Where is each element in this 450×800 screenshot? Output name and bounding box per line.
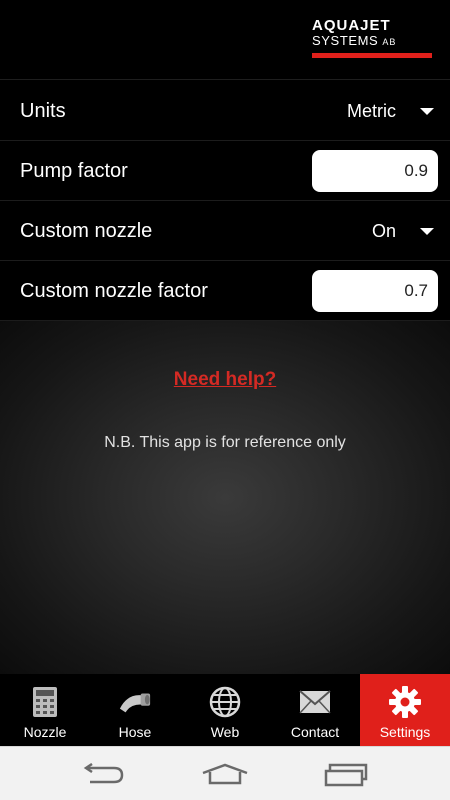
tab-nozzle-label: Nozzle — [23, 724, 67, 740]
bottom-tab-bar: Nozzle Hose Web Contact Settings — [0, 674, 450, 746]
logo-line-1: AQUAJET — [312, 17, 391, 34]
aquajet-logo: AQUAJET SYSTEMS AB — [312, 18, 432, 58]
tab-contact[interactable]: Contact — [270, 674, 360, 746]
dropdown-caret-icon — [420, 227, 434, 235]
units-label: Units — [20, 100, 66, 122]
tab-web[interactable]: Web — [180, 674, 270, 746]
settings-row-custom-nozzle: Custom nozzle On — [0, 201, 450, 261]
settings-row-pump-factor: Pump factor 0.9 — [0, 141, 450, 201]
tab-contact-label: Contact — [290, 724, 340, 740]
dropdown-caret-icon — [420, 107, 434, 115]
tab-web-label: Web — [210, 724, 240, 740]
recent-apps-icon[interactable] — [322, 761, 372, 789]
globe-icon — [208, 686, 242, 718]
custom-nozzle-factor-input[interactable]: 0.7 — [312, 270, 438, 312]
tab-settings[interactable]: Settings — [360, 674, 450, 746]
gear-icon — [388, 686, 422, 718]
hose-icon — [118, 686, 152, 718]
logo-underline — [312, 53, 432, 58]
settings-list: Units Metric Pump factor 0.9 Custom nozz… — [0, 81, 450, 321]
settings-row-custom-nozzle-factor: Custom nozzle factor 0.7 — [0, 261, 450, 321]
tab-hose[interactable]: Hose — [90, 674, 180, 746]
app-header: AQUAJET SYSTEMS AB — [0, 0, 450, 80]
pump-factor-label: Pump factor — [20, 160, 128, 182]
home-icon[interactable] — [200, 761, 250, 789]
units-dropdown[interactable]: Metric — [347, 81, 434, 141]
settings-row-units: Units Metric — [0, 81, 450, 141]
custom-nozzle-dropdown[interactable]: On — [372, 201, 434, 261]
tab-settings-label: Settings — [379, 724, 431, 740]
tab-hose-label: Hose — [118, 724, 152, 740]
calculator-icon — [28, 686, 62, 718]
system-nav-bar — [0, 746, 450, 800]
reference-note: N.B. This app is for reference only — [104, 434, 346, 451]
tab-nozzle[interactable]: Nozzle — [0, 674, 90, 746]
custom-nozzle-value: On — [371, 220, 396, 241]
back-icon[interactable] — [78, 761, 128, 789]
content-area: Need help? N.B. This app is for referenc… — [0, 321, 450, 674]
custom-nozzle-label: Custom nozzle — [20, 220, 153, 242]
envelope-icon — [298, 686, 332, 718]
logo-line-2: SYSTEMS AB — [312, 33, 397, 48]
units-value: Metric — [347, 100, 396, 121]
need-help-link[interactable]: Need help? — [0, 369, 450, 391]
custom-nozzle-factor-label: Custom nozzle factor — [20, 280, 208, 302]
pump-factor-input[interactable]: 0.9 — [312, 150, 438, 192]
